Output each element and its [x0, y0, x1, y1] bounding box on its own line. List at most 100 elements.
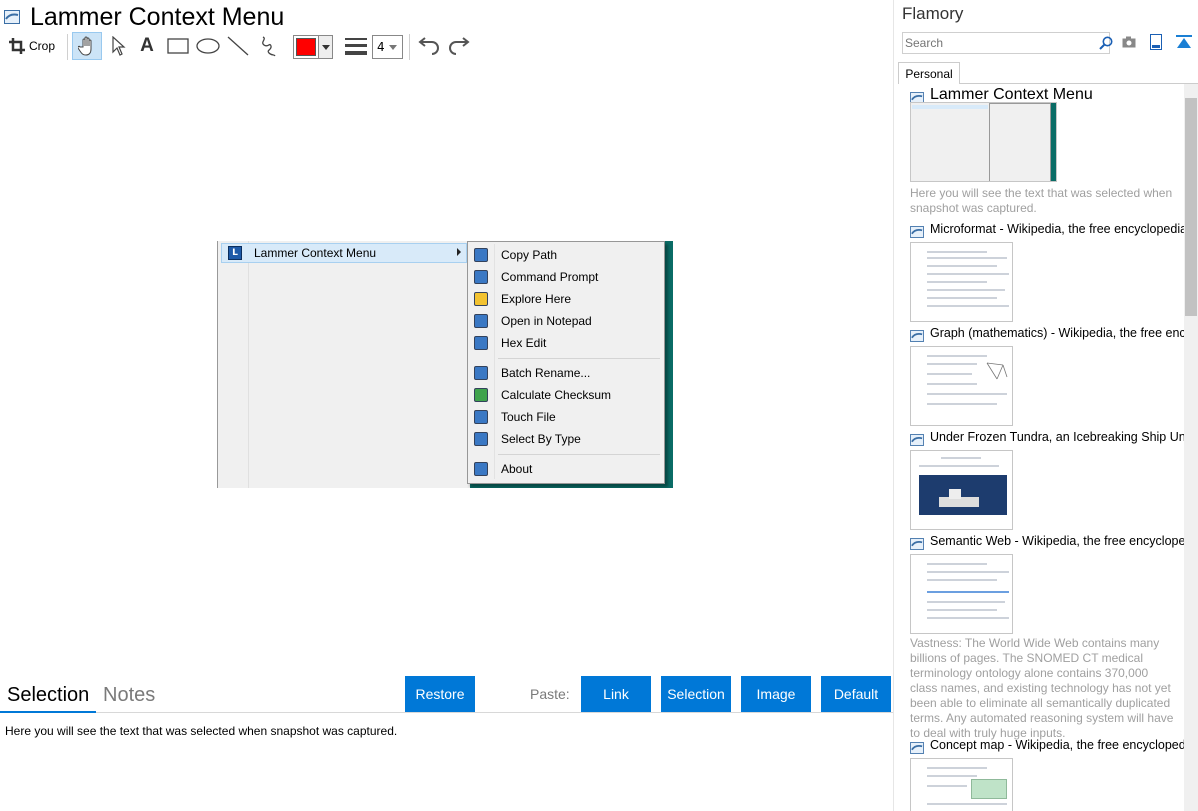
snapshot-list: Lammer Context Menu Here you will see th…: [894, 84, 1184, 811]
list-item-title: Graph (mathematics) - Wikipedia, the fre…: [930, 326, 1184, 340]
snapshot-thumbnail: [910, 242, 1013, 322]
snapshot-image[interactable]: L Lammer Context Menu Copy Path Command …: [217, 241, 673, 488]
undo-icon: [418, 37, 439, 55]
list-item[interactable]: Under Frozen Tundra, an Icebreaking Ship…: [910, 430, 1184, 530]
text-tool-button[interactable]: A: [134, 32, 160, 60]
selection-text[interactable]: Here you will see the text that was sele…: [5, 724, 397, 738]
ellipse-icon: [196, 38, 220, 54]
menu-separator: [498, 358, 660, 359]
select-tool-button[interactable]: [106, 32, 132, 60]
text-tool-icon: A: [140, 35, 154, 56]
tab-selection[interactable]: Selection: [7, 684, 89, 707]
notepad-icon: [474, 314, 488, 328]
color-dropdown-arrow[interactable]: [318, 36, 332, 58]
pen-width-value: 4: [377, 40, 385, 54]
snapshot-icon: [910, 330, 924, 342]
lammer-submenu: Copy Path Command Prompt Explore Here Op…: [467, 241, 665, 484]
context-menu: L Lammer Context Menu: [217, 241, 470, 488]
snapshot-thumbnail: [910, 554, 1013, 634]
paste-label: Paste:: [530, 686, 570, 702]
pen-width-select[interactable]: 4: [372, 35, 403, 59]
submenu-item: Select By Type: [468, 428, 664, 450]
list-item[interactable]: Microformat - Wikipedia, the free encycl…: [910, 222, 1184, 322]
redo-button[interactable]: [446, 32, 472, 60]
submenu-item: Calculate Checksum: [468, 384, 664, 406]
submenu-item: Command Prompt: [468, 266, 664, 288]
paste-link-button[interactable]: Link: [581, 676, 651, 712]
lammer-logo-icon: L: [228, 246, 242, 260]
tab-notes[interactable]: Notes: [103, 684, 155, 707]
copy-path-icon: [474, 248, 488, 262]
submenu-item-label: Command Prompt: [501, 270, 599, 284]
submenu-item: Copy Path: [468, 244, 664, 266]
submenu-item-label: Select By Type: [501, 432, 581, 446]
restore-button[interactable]: Restore: [405, 676, 475, 712]
paste-selection-button[interactable]: Selection: [661, 676, 731, 712]
document-icon[interactable]: [1150, 34, 1162, 50]
flamory-app-icon: [4, 10, 20, 24]
collapse-up-icon[interactable]: [1176, 35, 1192, 49]
context-menu-item-lammer: L Lammer Context Menu: [221, 243, 467, 263]
submenu-item-label: Open in Notepad: [501, 314, 592, 328]
list-item-title: Concept map - Wikipedia, the free encycl…: [930, 738, 1184, 752]
hand-icon: [78, 36, 92, 56]
crop-label: Crop: [28, 39, 55, 53]
chevron-down-icon: [388, 44, 397, 50]
tab-personal[interactable]: Personal: [898, 62, 960, 84]
redo-icon: [449, 37, 470, 55]
line-tool-button[interactable]: [225, 32, 251, 60]
context-menu-item-label: Lammer Context Menu: [254, 246, 377, 260]
hex-edit-icon: [474, 336, 488, 350]
line-width-icon-button[interactable]: [342, 32, 370, 60]
sidebar-title: Flamory: [902, 4, 964, 23]
pointer-icon: [112, 36, 126, 56]
snapshot-icon: [910, 538, 924, 550]
paste-image-button[interactable]: Image: [741, 676, 811, 712]
list-item-title: Semantic Web - Wikipedia, the free encyc…: [930, 534, 1184, 548]
folder-icon: [474, 292, 488, 306]
freehand-icon: [262, 36, 276, 57]
snapshot-thumbnail: [910, 102, 1057, 182]
rectangle-icon: [167, 38, 189, 54]
snapshot-title: Lammer Context Menu: [30, 3, 285, 31]
color-swatch: [296, 38, 316, 56]
search-input[interactable]: [905, 34, 1085, 52]
submenu-item-label: About: [501, 462, 533, 476]
menu-separator: [498, 454, 660, 455]
list-item[interactable]: Graph (mathematics) - Wikipedia, the fre…: [910, 326, 1184, 426]
about-icon: [474, 462, 488, 476]
list-item[interactable]: Semantic Web - Wikipedia, the free encyc…: [910, 534, 1184, 740]
color-picker[interactable]: [293, 35, 333, 59]
toolbar-divider: [409, 34, 410, 60]
scrollbar-thumb[interactable]: [1185, 98, 1197, 316]
undo-button[interactable]: [416, 32, 442, 60]
snapshot-thumbnail: [910, 450, 1013, 530]
snapshot-thumbnail: [910, 346, 1013, 426]
ellipse-tool-button[interactable]: [194, 32, 222, 60]
batch-rename-icon: [474, 366, 488, 380]
submenu-item-label: Hex Edit: [501, 336, 547, 350]
paste-default-button[interactable]: Default: [821, 676, 891, 712]
list-item[interactable]: Lammer Context Menu Here you will see th…: [910, 86, 1184, 215]
rectangle-tool-button[interactable]: [164, 32, 192, 60]
menu-gutter: [248, 241, 249, 488]
tabs-divider: [0, 712, 893, 713]
crop-button[interactable]: Crop: [6, 32, 58, 60]
freehand-tool-button[interactable]: [254, 32, 282, 60]
list-item-title: Under Frozen Tundra, an Icebreaking Ship…: [930, 430, 1184, 444]
submenu-item-label: Explore Here: [501, 292, 572, 306]
flamory-sidebar: Flamory Personal Lammer Context Menu Her…: [893, 0, 1198, 811]
submenu-arrow-icon: [457, 248, 461, 256]
active-tab-indicator: [0, 711, 96, 713]
toolbar-divider: [67, 34, 68, 60]
main-pane: Lammer Context Menu Crop A 4 L Lammer Co…: [0, 0, 893, 811]
search-icon[interactable]: [1099, 36, 1113, 50]
checksum-icon: [474, 388, 488, 402]
command-prompt-icon: [474, 270, 488, 284]
list-item-title: Microformat - Wikipedia, the free encycl…: [930, 222, 1184, 236]
camera-icon[interactable]: [1122, 36, 1136, 48]
snapshot-icon: [910, 434, 924, 446]
list-item[interactable]: Concept map - Wikipedia, the free encycl…: [910, 738, 1184, 811]
search-field[interactable]: [902, 32, 1113, 54]
hand-tool-button[interactable]: [72, 32, 102, 60]
